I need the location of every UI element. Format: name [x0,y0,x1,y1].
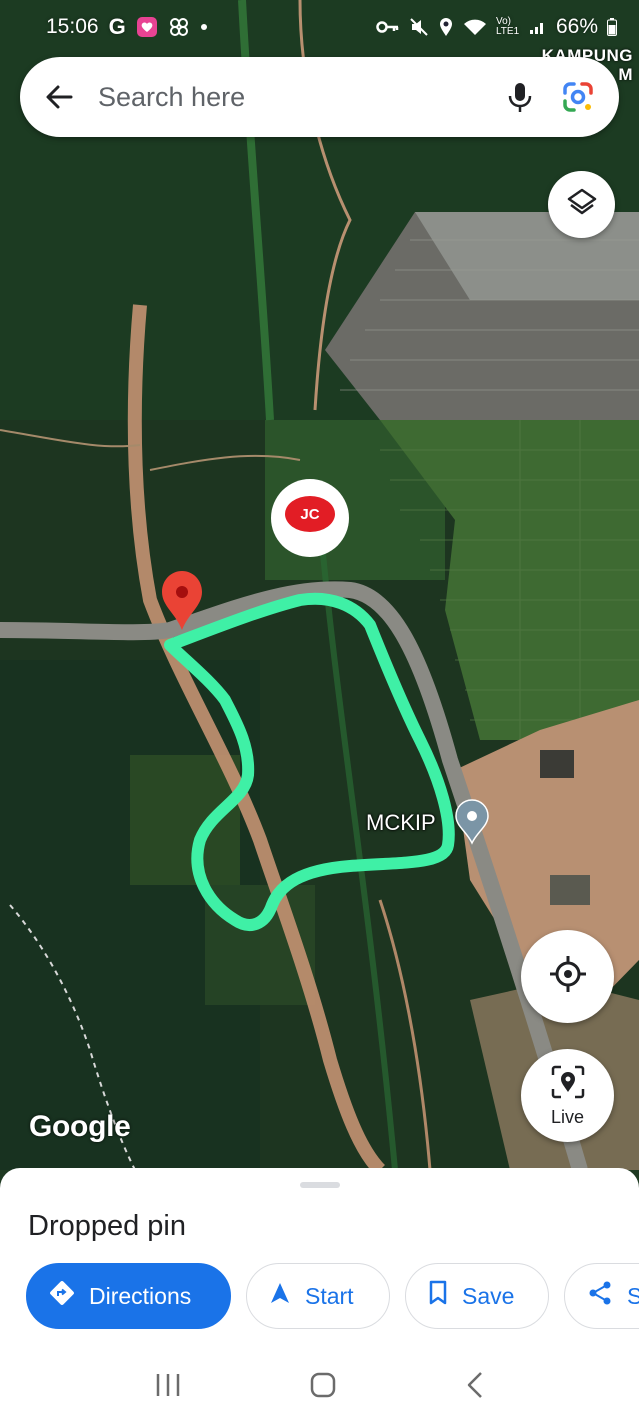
heart-app-icon [136,16,158,38]
google-attribution: Google [29,1110,131,1143]
system-nav-bar [0,1352,639,1422]
poi-label[interactable]: MCKIP [366,810,436,836]
start-button[interactable]: Start [246,1263,390,1329]
navigation-arrow-icon [269,1281,291,1311]
share-label: Sh [627,1282,639,1309]
save-button[interactable]: Save [405,1263,549,1329]
place-title: Dropped pin [28,1210,186,1242]
flower-app-icon [168,16,190,38]
live-view-icon [550,1064,586,1105]
my-location-icon [548,954,588,999]
network-indicator: Vo) LTE1 [495,16,520,37]
directions-button[interactable]: Directions [26,1263,231,1329]
recents-icon[interactable] [154,1372,182,1403]
status-bar: 15:06 G Vo) LTE1 66% [0,0,639,54]
bookmark-icon [428,1280,448,1312]
google-icon: G [108,14,126,39]
live-view-button[interactable]: Live [521,1049,614,1142]
back-icon[interactable] [465,1371,485,1404]
location-icon [438,17,454,37]
battery-icon [607,18,617,36]
status-time: 15:06 [46,15,99,38]
live-label: Live [550,1106,585,1127]
home-icon[interactable] [309,1371,337,1404]
battery-percent: 66% [555,15,598,38]
layers-icon [566,186,598,223]
search-input[interactable] [84,67,491,127]
search-bar[interactable] [20,57,619,137]
sheet-drag-handle[interactable] [300,1182,340,1188]
watermark-logo: JC [271,479,349,557]
action-chips: Directions Start Save Sh [26,1263,639,1329]
layers-button[interactable] [548,171,615,238]
directions-label: Directions [89,1282,192,1309]
google-lens-icon[interactable] [549,67,607,127]
watermark-logo-text: JC [285,496,335,532]
save-label: Save [462,1282,515,1309]
wifi-icon [463,18,487,36]
mic-icon[interactable] [491,67,549,127]
directions-icon [49,1280,75,1312]
my-location-button[interactable] [521,930,614,1023]
share-button[interactable]: Sh [564,1263,639,1329]
start-label: Start [305,1282,354,1309]
arrow-left-icon[interactable] [20,57,84,137]
mute-icon [409,17,429,37]
key-icon [376,19,400,35]
share-icon [587,1280,613,1312]
dot-icon [200,23,208,31]
signal-icon [529,19,547,35]
